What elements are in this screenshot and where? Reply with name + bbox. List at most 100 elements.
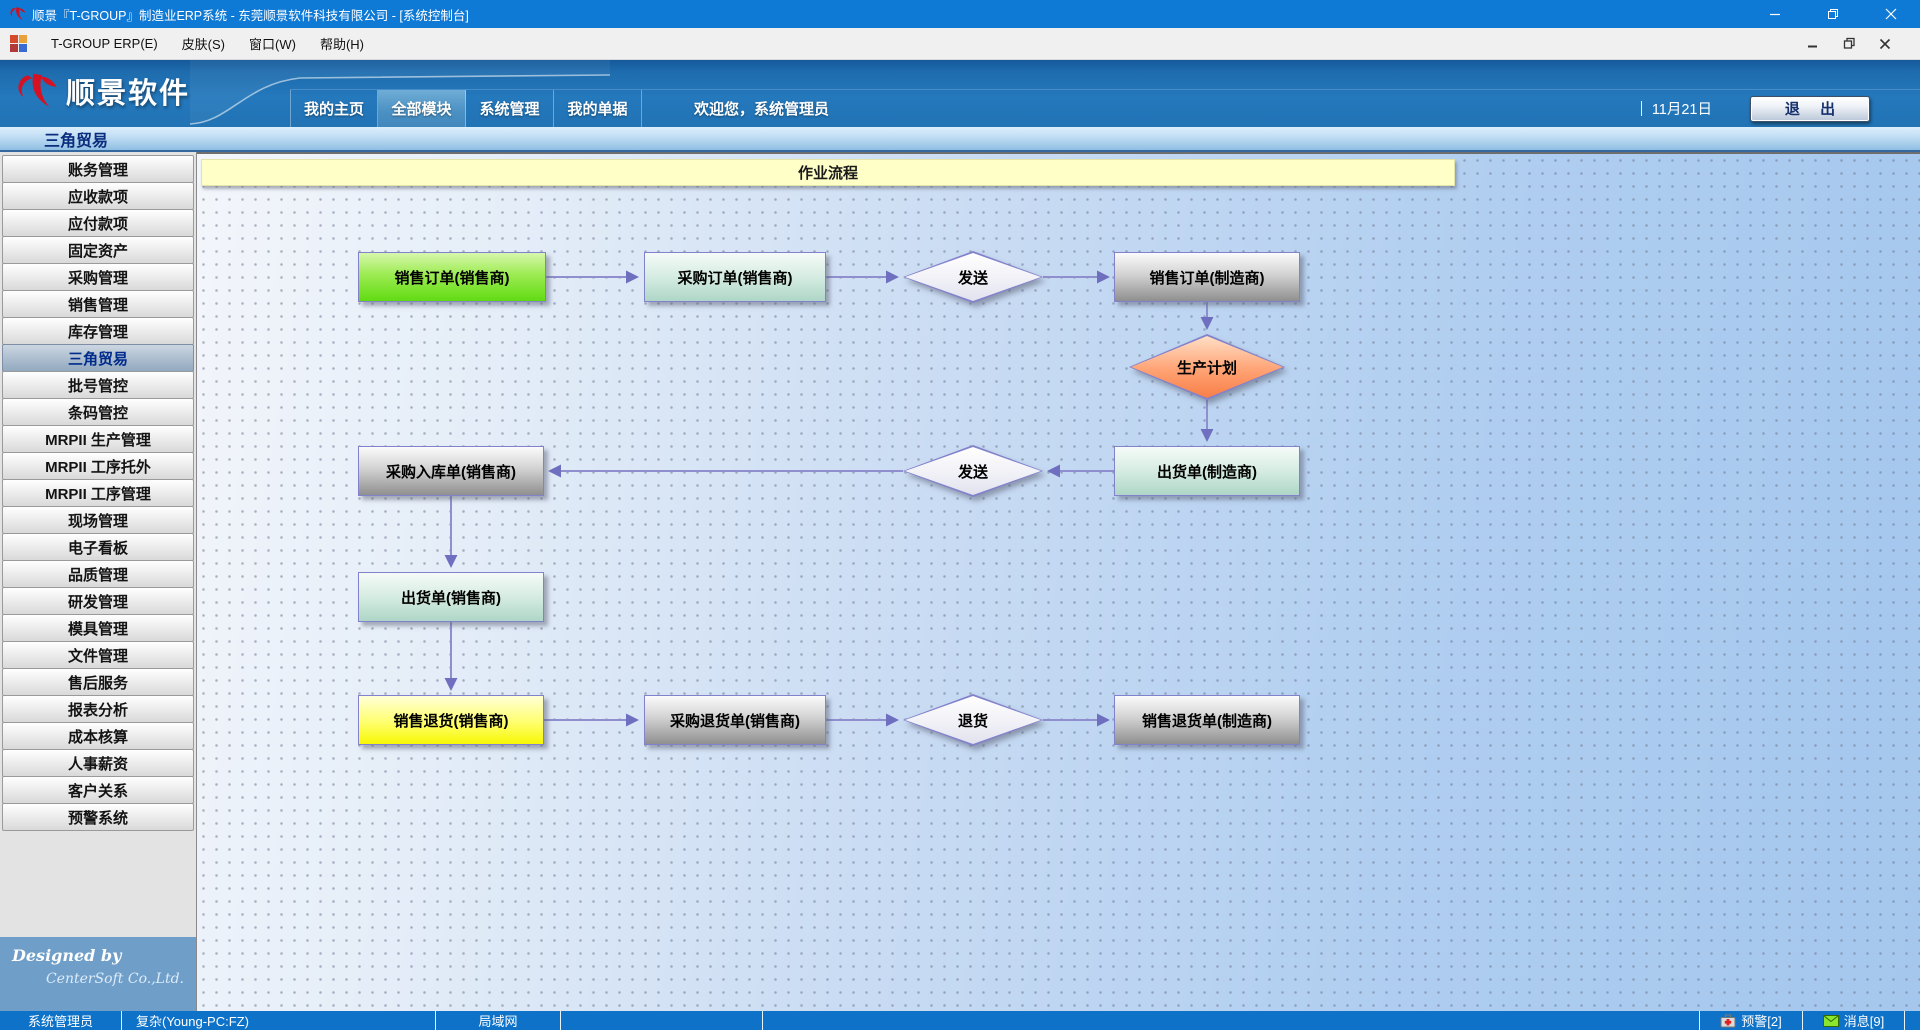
- sidebar-item-cost-accounting[interactable]: 成本核算: [2, 722, 194, 750]
- sidebar-item-shopfloor[interactable]: 现场管理: [2, 506, 194, 534]
- status-empty-segment: [561, 1011, 763, 1030]
- menu-item-window[interactable]: 窗口(W): [237, 29, 308, 58]
- sidebar-item-triangle-trade[interactable]: 三角贸易: [2, 344, 194, 372]
- status-user: 系统管理员: [0, 1011, 122, 1030]
- mdi-window-controls: [1802, 33, 1910, 55]
- sidebar-item-quality[interactable]: 品质管理: [2, 560, 194, 588]
- sidebar-item-report-analysis[interactable]: 报表分析: [2, 695, 194, 723]
- designed-by-line2: CenterSoft Co.,Ltd.: [12, 971, 184, 987]
- tab-my-home[interactable]: 我的主页: [290, 90, 378, 127]
- designed-by-panel: Designed by CenterSoft Co.,Ltd.: [0, 937, 196, 1011]
- sidebar-item-barcode-control[interactable]: 条码管控: [2, 398, 194, 426]
- flow-node-send-1: 发送: [903, 251, 1043, 303]
- flow-node-sales-return-seller[interactable]: 销售退货(销售商): [358, 695, 544, 745]
- welcome-text: 欢迎您，系统管理员: [694, 90, 829, 127]
- restore-button[interactable]: [1804, 0, 1862, 28]
- message-icon: [1823, 1015, 1839, 1027]
- flow-node-label: 出货单(销售商): [401, 587, 501, 608]
- sidebar-item-mrp2-production[interactable]: MRPII 生产管理: [2, 425, 194, 453]
- flow-node-purchase-order-seller[interactable]: 采购订单(销售商): [644, 252, 826, 302]
- current-module-title: 三角贸易: [44, 127, 108, 151]
- status-machine: 复杂(Young-PC:FZ): [122, 1011, 436, 1030]
- close-button[interactable]: [1862, 0, 1920, 28]
- window-controls: [1746, 0, 1920, 28]
- flow-node-purchase-inbound-seller[interactable]: 采购入库单(销售商): [358, 446, 544, 496]
- window-title: 顺景『T-GROUP』制造业ERP系统 - 东莞顺景软件科技有限公司 - [系统…: [32, 5, 469, 24]
- flow-node-purchase-return-seller[interactable]: 采购退货单(销售商): [644, 695, 826, 745]
- flow-node-label: 销售退货单(制造商): [1142, 710, 1272, 731]
- restore-icon: [1827, 8, 1839, 20]
- body-row: 账务管理 应收款项 应付款项 固定资产 采购管理 销售管理 库存管理 三角贸易 …: [0, 152, 1920, 1011]
- alert-icon: [1720, 1014, 1736, 1028]
- flow-node-label: 销售订单(销售商): [395, 267, 510, 288]
- mdi-close-button[interactable]: [1874, 33, 1896, 55]
- flow-node-sales-return-mfr[interactable]: 销售退货单(制造商): [1114, 695, 1300, 745]
- sidebar-item-sales[interactable]: 销售管理: [2, 290, 194, 318]
- brand-logo: 顺景软件: [12, 68, 190, 114]
- sidebar-item-mrp2-outsourcing[interactable]: MRPII 工序托外: [2, 452, 194, 480]
- tab-system-admin[interactable]: 系统管理: [466, 90, 554, 127]
- app-header: 顺景软件 我的主页 全部模块 系统管理 我的单据 欢迎您，系统管理员 11月21…: [0, 60, 1920, 127]
- flow-node-label: 生产计划: [1177, 357, 1237, 378]
- date-divider: [1641, 101, 1642, 116]
- flow-node-sales-order-mfr[interactable]: 销售订单(制造商): [1114, 252, 1300, 302]
- sidebar-item-after-sales[interactable]: 售后服务: [2, 668, 194, 696]
- mdi-restore-icon: [1843, 37, 1856, 50]
- sidebar-item-fixed-assets[interactable]: 固定资产: [2, 236, 194, 264]
- exit-button[interactable]: 退 出: [1750, 96, 1870, 122]
- sidebar-item-inventory[interactable]: 库存管理: [2, 317, 194, 345]
- sidebar-item-mrp2-process[interactable]: MRPII 工序管理: [2, 479, 194, 507]
- mdi-close-icon: [1879, 38, 1891, 50]
- app-logo-icon: [8, 5, 26, 23]
- mdi-restore-button[interactable]: [1838, 33, 1860, 55]
- module-sidebar: 账务管理 应收款项 应付款项 固定资产 采购管理 销售管理 库存管理 三角贸易 …: [0, 152, 197, 1011]
- sidebar-item-crm[interactable]: 客户关系: [2, 776, 194, 804]
- flow-node-label: 发送: [958, 267, 988, 288]
- tab-all-modules[interactable]: 全部模块: [378, 90, 466, 127]
- sidebar-item-accounting[interactable]: 账务管理: [2, 155, 194, 183]
- sidebar-item-payables[interactable]: 应付款项: [2, 209, 194, 237]
- sidebar-item-hr-payroll[interactable]: 人事薪资: [2, 749, 194, 777]
- flow-node-label: 采购订单(销售商): [678, 267, 793, 288]
- status-spacer: [763, 1011, 1700, 1030]
- status-alerts[interactable]: 预警[2]: [1700, 1011, 1803, 1030]
- header-right: 11月21日 退 出: [1641, 90, 1920, 127]
- status-bar: 系统管理员 复杂(Young-PC:FZ) 局域网 预警[2] 消息[9]: [0, 1011, 1920, 1030]
- sidebar-item-receivables[interactable]: 应收款项: [2, 182, 194, 210]
- sidebar-item-lot-control[interactable]: 批号管控: [2, 371, 194, 399]
- flow-node-label: 销售退货(销售商): [394, 710, 509, 731]
- menu-item-skin[interactable]: 皮肤(S): [170, 29, 237, 58]
- flow-node-label: 退货: [958, 710, 988, 731]
- sidebar-item-alert-system[interactable]: 预警系统: [2, 803, 194, 831]
- flow-node-label: 采购入库单(销售商): [386, 461, 516, 482]
- sidebar-item-purchasing[interactable]: 采购管理: [2, 263, 194, 291]
- header-date: 11月21日: [1641, 98, 1712, 119]
- sidebar-item-e-kanban[interactable]: 电子看板: [2, 533, 194, 561]
- flow-node-label: 销售订单(制造商): [1150, 267, 1265, 288]
- mdi-minimize-icon: [1807, 38, 1819, 50]
- minimize-button[interactable]: [1746, 0, 1804, 28]
- flow-node-production-plan: 生产计划: [1129, 334, 1285, 400]
- sidebar-item-document[interactable]: 文件管理: [2, 641, 194, 669]
- status-messages[interactable]: 消息[9]: [1803, 1011, 1905, 1030]
- date-text: 11月21日: [1652, 98, 1712, 119]
- flow-node-sales-order-seller[interactable]: 销售订单(销售商): [358, 252, 546, 302]
- flow-node-send-2: 发送: [903, 445, 1043, 497]
- brand-logo-text: 顺景软件: [66, 70, 190, 112]
- flow-node-label: 出货单(制造商): [1157, 461, 1257, 482]
- sidebar-item-rnd[interactable]: 研发管理: [2, 587, 194, 615]
- status-alerts-label: 预警[2]: [1741, 1011, 1781, 1030]
- menu-item-help[interactable]: 帮助(H): [308, 29, 376, 58]
- minimize-icon: [1769, 8, 1781, 20]
- flow-node-shipment-mfr[interactable]: 出货单(制造商): [1114, 446, 1300, 496]
- status-network: 局域网: [436, 1011, 561, 1030]
- menu-bar: T-GROUP ERP(E) 皮肤(S) 窗口(W) 帮助(H): [0, 28, 1920, 60]
- brand-logo-icon: [12, 68, 58, 114]
- mdi-minimize-button[interactable]: [1802, 33, 1824, 55]
- menu-item-tgroup-erp[interactable]: T-GROUP ERP(E): [39, 31, 170, 56]
- flow-node-shipment-seller[interactable]: 出货单(销售商): [358, 572, 544, 622]
- module-title-bar: 三角贸易: [0, 127, 1920, 152]
- title-bar: 顺景『T-GROUP』制造业ERP系统 - 东莞顺景软件科技有限公司 - [系统…: [0, 0, 1920, 28]
- tab-my-documents[interactable]: 我的单据: [554, 90, 642, 127]
- sidebar-item-mold[interactable]: 模具管理: [2, 614, 194, 642]
